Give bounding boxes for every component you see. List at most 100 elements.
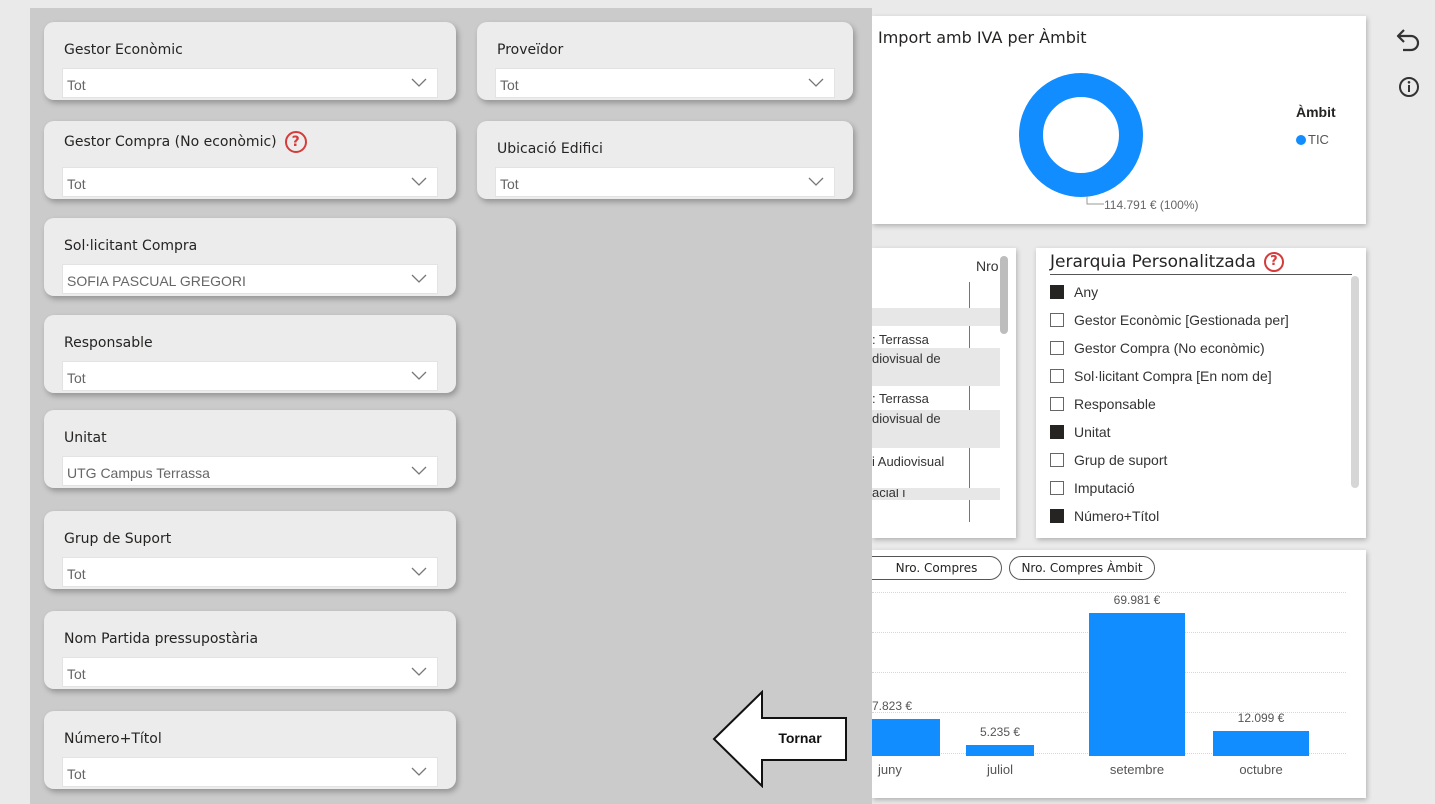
hierarchy-scrollbar[interactable]	[1351, 276, 1359, 488]
help-icon[interactable]: ?	[284, 131, 307, 153]
checkbox[interactable]	[1050, 285, 1064, 299]
bar-chart-plot: 7.823 € juny 5.235 € juliol 69.981 € setembre…	[872, 590, 1356, 777]
hierarchy-item-label: Imputació	[1074, 480, 1135, 496]
hierarchy-item-label: Grup de suport	[1074, 452, 1168, 468]
slicer-title-text: Número+Títol	[64, 731, 162, 747]
slicer-title-text: Nom Partida pressupostària	[64, 631, 259, 647]
slicer-value: Tot	[67, 666, 86, 682]
chevron-down-icon	[411, 767, 427, 776]
hierarchy-item[interactable]: Unitat	[1050, 424, 1111, 440]
slicer-dropdown[interactable]: Tot	[62, 68, 438, 98]
data-label: 5.235 €	[979, 725, 1021, 739]
table-row[interactable]: : Terrassa	[872, 389, 1000, 408]
slicer-card: Número+Títol Tot	[44, 711, 456, 789]
slicer-dropdown[interactable]: Tot	[62, 557, 438, 587]
table-scrollbar[interactable]	[1000, 256, 1008, 334]
hierarchy-title: Jerarquia Personalitzada ?	[1050, 252, 1284, 272]
bar[interactable]	[966, 745, 1034, 756]
slicer-title: Ubicació Edifici	[497, 141, 603, 157]
checkbox[interactable]	[1050, 369, 1064, 383]
slicer-title: Responsable	[64, 335, 153, 351]
slicer-card: Gestor Econòmic Tot	[44, 22, 456, 100]
checkbox[interactable]	[1050, 341, 1064, 355]
hierarchy-item[interactable]: Responsable	[1050, 396, 1156, 412]
slicer-value: UTG Campus Terrassa	[67, 465, 210, 481]
filter-panel: Gestor Econòmic Tot Gestor Compra (No econ…	[30, 8, 872, 804]
slicer-value: Tot	[67, 77, 86, 93]
slicer-dropdown[interactable]: Tot	[62, 657, 438, 687]
hierarchy-item[interactable]: Gestor Compra (No econòmic)	[1050, 340, 1265, 356]
slicer-value: Tot	[500, 77, 519, 93]
slicer-card: Proveïdor Tot	[477, 22, 853, 100]
table-row[interactable]: acial i	[872, 489, 1000, 500]
hierarchy-title-underline	[1050, 274, 1352, 275]
slicer-card: Nom Partida pressupostària Tot	[44, 611, 456, 689]
slicer-title: Proveïdor	[497, 42, 563, 58]
slicer-card: Responsable Tot	[44, 315, 456, 393]
hierarchy-item[interactable]: Grup de suport	[1050, 452, 1167, 468]
chevron-down-icon	[411, 177, 427, 186]
hierarchy-title-text: Jerarquia Personalitzada	[1050, 252, 1256, 272]
slicer-dropdown[interactable]: Tot	[495, 68, 835, 98]
chevron-down-icon	[411, 466, 427, 475]
undo-icon[interactable]	[1394, 26, 1422, 58]
hierarchy-item[interactable]: Any	[1050, 284, 1098, 300]
chevron-down-icon	[808, 78, 824, 87]
bar[interactable]	[1213, 731, 1309, 756]
table-visual: Nro : Terrassa diovisual de : Terrassa d…	[872, 248, 1016, 538]
slicer-card: Sol·licitant Compra SOFIA PASCUAL GREGORI	[44, 218, 456, 296]
chevron-down-icon	[411, 78, 427, 87]
x-tick-label: octubre	[1239, 762, 1283, 777]
table-row[interactable]: diovisual de	[872, 409, 1000, 428]
slicer-title: Gestor Econòmic	[64, 42, 183, 58]
table-row-band	[872, 308, 1000, 326]
table-row[interactable]: : Terrassa	[872, 330, 1000, 349]
slicer-dropdown[interactable]: SOFIA PASCUAL GREGORI	[62, 264, 438, 294]
slicer-dropdown[interactable]: Tot	[62, 167, 438, 197]
tab-nro-compres-ambit[interactable]: Nro. Compres Àmbit	[1009, 556, 1155, 580]
slicer-dropdown[interactable]: UTG Campus Terrassa	[62, 456, 438, 486]
donut-ring[interactable]	[1018, 72, 1144, 198]
checkbox[interactable]	[1050, 481, 1064, 495]
hierarchy-item[interactable]: Imputació	[1050, 480, 1135, 496]
info-icon[interactable]	[1398, 76, 1420, 102]
checkbox[interactable]	[1050, 313, 1064, 327]
slicer-value: Tot	[67, 176, 86, 192]
legend-item-tic[interactable]: TIC	[1296, 132, 1329, 147]
chevron-down-icon	[808, 177, 824, 186]
chevron-down-icon	[411, 371, 427, 380]
tab-nro-compres[interactable]: Nro. Compres	[872, 556, 1002, 580]
hierarchy-item[interactable]: Número+Títol	[1050, 508, 1159, 524]
slicer-title-text: Unitat	[64, 430, 107, 446]
slicer-title: Número+Títol	[64, 731, 162, 747]
slicer-title-text: Ubicació Edifici	[497, 141, 603, 157]
donut-chart-card: Import amb IVA per Àmbit 114.791 € (100%…	[872, 16, 1366, 224]
checkbox[interactable]	[1050, 453, 1064, 467]
donut-title: Import amb IVA per Àmbit	[878, 28, 1087, 47]
checkbox[interactable]	[1050, 509, 1064, 523]
back-button[interactable]: Tornar	[712, 690, 848, 788]
hierarchy-item[interactable]: Gestor Econòmic [Gestionada per]	[1050, 312, 1289, 328]
table-row[interactable]: diovisual de	[872, 349, 1000, 368]
x-tick-label: juliol	[986, 762, 1013, 777]
table-row[interactable]: i Audiovisual	[872, 452, 1000, 471]
slicer-value: Tot	[67, 766, 86, 782]
slicer-dropdown[interactable]: Tot	[495, 167, 835, 197]
legend-label: TIC	[1308, 132, 1329, 147]
data-label: 69.981 €	[1113, 593, 1161, 607]
checkbox[interactable]	[1050, 425, 1064, 439]
hierarchy-item[interactable]: Sol·licitant Compra [En nom de]	[1050, 368, 1272, 384]
slicer-dropdown[interactable]: Tot	[62, 757, 438, 787]
chevron-down-icon	[411, 567, 427, 576]
hierarchy-item-label: Número+Títol	[1074, 508, 1160, 524]
data-label: 7.823 €	[872, 699, 913, 713]
slicer-title-text: Gestor Compra (No econòmic)	[64, 134, 277, 150]
slicer-dropdown[interactable]: Tot	[62, 361, 438, 391]
help-icon[interactable]: ?	[1263, 252, 1284, 272]
table-header[interactable]: Nro	[976, 258, 999, 274]
slicer-title: Unitat	[64, 430, 107, 446]
bar[interactable]	[1089, 613, 1185, 756]
bar-chart-card: Nro. Compres Nro. Compres Àmbit 7.823 € j…	[872, 550, 1366, 798]
bar[interactable]	[872, 719, 940, 756]
checkbox[interactable]	[1050, 397, 1064, 411]
